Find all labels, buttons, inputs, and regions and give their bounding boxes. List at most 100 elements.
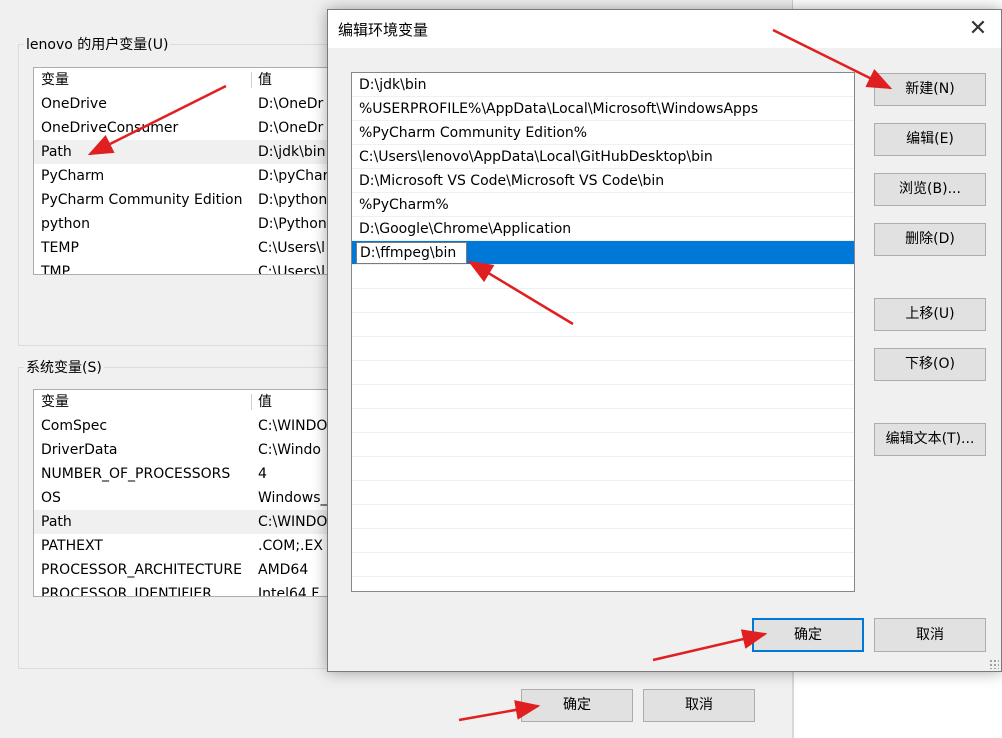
column-header-value[interactable]: 值 — [258, 390, 272, 414]
var-value: C:\Windo — [258, 442, 321, 458]
var-value: Intel64 F — [258, 586, 320, 597]
var-value: 4 — [258, 466, 267, 482]
path-entry[interactable]: %PyCharm% — [352, 193, 854, 217]
column-divider[interactable] — [251, 72, 252, 88]
path-empty-row[interactable] — [352, 385, 854, 409]
path-empty-row[interactable] — [352, 529, 854, 553]
path-text: D:\Google\Chrome\Application — [359, 221, 572, 237]
path-entry[interactable]: D:\Microsoft VS Code\Microsoft VS Code\b… — [352, 169, 854, 193]
var-row[interactable]: Path D:\jdk\bin — [34, 140, 334, 164]
edit-button[interactable]: 编辑(E) — [874, 123, 986, 156]
var-name: PROCESSOR_IDENTIFIER — [41, 586, 212, 597]
system-vars-header: 变量 值 — [34, 390, 334, 414]
background-window-border — [792, 672, 794, 738]
back-ok-button[interactable]: 确定 — [521, 689, 633, 722]
new-button[interactable]: 新建(N) — [874, 73, 986, 106]
system-vars-list[interactable]: 变量 值 ComSpec C:\WINDO DriverData C:\Windo NU… — [33, 389, 335, 597]
path-empty-row[interactable] — [352, 409, 854, 433]
var-value: C:\WINDO — [258, 418, 328, 434]
user-vars-header: 变量 值 — [34, 68, 334, 92]
var-row[interactable]: Path C:\WINDO — [34, 510, 334, 534]
var-row[interactable]: PyCharm D:\pyChar — [34, 164, 334, 188]
path-empty-row[interactable] — [352, 553, 854, 577]
var-name: PyCharm — [41, 168, 105, 184]
var-name: PROCESSOR_ARCHITECTURE — [41, 562, 242, 578]
var-value: Windows_ — [258, 490, 328, 506]
var-value: D:\OneDr — [258, 120, 324, 136]
path-entry[interactable]: D:\ffmpeg\bin — [352, 241, 854, 265]
back-cancel-button[interactable]: 取消 — [643, 689, 755, 722]
ok-button[interactable]: 确定 — [752, 618, 864, 652]
path-text: %PyCharm Community Edition% — [359, 125, 588, 141]
var-row[interactable]: ComSpec C:\WINDO — [34, 414, 334, 438]
path-text: %USERPROFILE%\AppData\Local\Microsoft\Wi… — [359, 101, 759, 117]
var-name: TMP — [41, 264, 71, 275]
var-value: D:\python — [258, 192, 328, 208]
column-header-name[interactable]: 变量 — [41, 390, 69, 414]
close-icon[interactable]: ✕ — [955, 10, 1001, 48]
path-text: %PyCharm% — [359, 197, 449, 213]
path-text: C:\Users\lenovo\AppData\Local\GitHubDesk… — [359, 149, 713, 165]
resize-grip-icon[interactable] — [989, 659, 999, 669]
var-row[interactable]: PATHEXT .COM;.EX — [34, 534, 334, 558]
path-entry[interactable]: C:\Users\lenovo\AppData\Local\GitHubDesk… — [352, 145, 854, 169]
column-header-name[interactable]: 变量 — [41, 68, 69, 92]
path-empty-row[interactable] — [352, 313, 854, 337]
edit-text-button[interactable]: 编辑文本(T)... — [874, 423, 986, 456]
var-name: DriverData — [41, 442, 118, 458]
var-row[interactable]: OneDriveConsumer D:\OneDr — [34, 116, 334, 140]
var-name: Path — [41, 514, 72, 530]
var-row[interactable]: OneDrive D:\OneDr — [34, 92, 334, 116]
var-row[interactable]: python D:\Python — [34, 212, 334, 236]
var-row[interactable]: PROCESSOR_ARCHITECTURE AMD64 — [34, 558, 334, 582]
var-value: C:\Users\l — [258, 264, 326, 275]
column-header-value[interactable]: 值 — [258, 68, 272, 92]
path-empty-row[interactable] — [352, 433, 854, 457]
path-empty-row[interactable] — [352, 265, 854, 289]
system-vars-group-title: 系统变量(S) — [24, 357, 104, 377]
var-name: OS — [41, 490, 61, 506]
var-name: OneDrive — [41, 96, 107, 112]
path-entry[interactable]: D:\jdk\bin — [352, 73, 854, 97]
delete-button[interactable]: 删除(D) — [874, 223, 986, 256]
edit-env-var-dialog: 编辑环境变量 ✕ D:\jdk\bin %USERPROFILE%\AppData… — [327, 9, 1002, 672]
move-down-button[interactable]: 下移(O) — [874, 348, 986, 381]
var-value: D:\jdk\bin — [258, 144, 326, 160]
user-vars-group-title: lenovo 的用户变量(U) — [24, 34, 171, 54]
browse-button[interactable]: 浏览(B)... — [874, 173, 986, 206]
path-entry[interactable]: %PyCharm Community Edition% — [352, 121, 854, 145]
path-entries-list[interactable]: D:\jdk\bin %USERPROFILE%\AppData\Local\Mi… — [351, 72, 855, 592]
var-name: ComSpec — [41, 418, 108, 434]
path-empty-row[interactable] — [352, 337, 854, 361]
path-empty-row[interactable] — [352, 505, 854, 529]
var-row[interactable]: OS Windows_ — [34, 486, 334, 510]
var-value: AMD64 — [258, 562, 309, 578]
var-row[interactable]: TEMP C:\Users\l — [34, 236, 334, 260]
var-value: C:\WINDO — [258, 514, 328, 530]
var-name: TEMP — [41, 240, 79, 256]
path-empty-row[interactable] — [352, 457, 854, 481]
var-name: PATHEXT — [41, 538, 103, 554]
var-row[interactable]: TMP C:\Users\l — [34, 260, 334, 275]
var-value: D:\Python — [258, 216, 327, 232]
var-row[interactable]: DriverData C:\Windo — [34, 438, 334, 462]
path-empty-row[interactable] — [352, 361, 854, 385]
path-empty-row[interactable] — [352, 481, 854, 505]
column-divider[interactable] — [251, 394, 252, 410]
var-value: D:\OneDr — [258, 96, 324, 112]
path-edit-input[interactable]: D:\ffmpeg\bin — [356, 242, 468, 264]
var-name: PyCharm Community Edition — [41, 192, 243, 208]
cancel-button[interactable]: 取消 — [874, 618, 986, 652]
user-vars-list[interactable]: 变量 值 OneDrive D:\OneDr OneDriveConsumer D:\… — [33, 67, 335, 275]
move-up-button[interactable]: 上移(U) — [874, 298, 986, 331]
path-empty-row[interactable] — [352, 289, 854, 313]
dialog-titlebar[interactable]: 编辑环境变量 ✕ — [328, 10, 1001, 48]
var-value: D:\pyChar — [258, 168, 329, 184]
var-value: .COM;.EX — [258, 538, 323, 554]
var-value: C:\Users\l — [258, 240, 326, 256]
var-row[interactable]: PROCESSOR_IDENTIFIER Intel64 F — [34, 582, 334, 597]
var-row[interactable]: NUMBER_OF_PROCESSORS 4 — [34, 462, 334, 486]
path-entry[interactable]: D:\Google\Chrome\Application — [352, 217, 854, 241]
var-row[interactable]: PyCharm Community Edition D:\python — [34, 188, 334, 212]
path-entry[interactable]: %USERPROFILE%\AppData\Local\Microsoft\Wi… — [352, 97, 854, 121]
